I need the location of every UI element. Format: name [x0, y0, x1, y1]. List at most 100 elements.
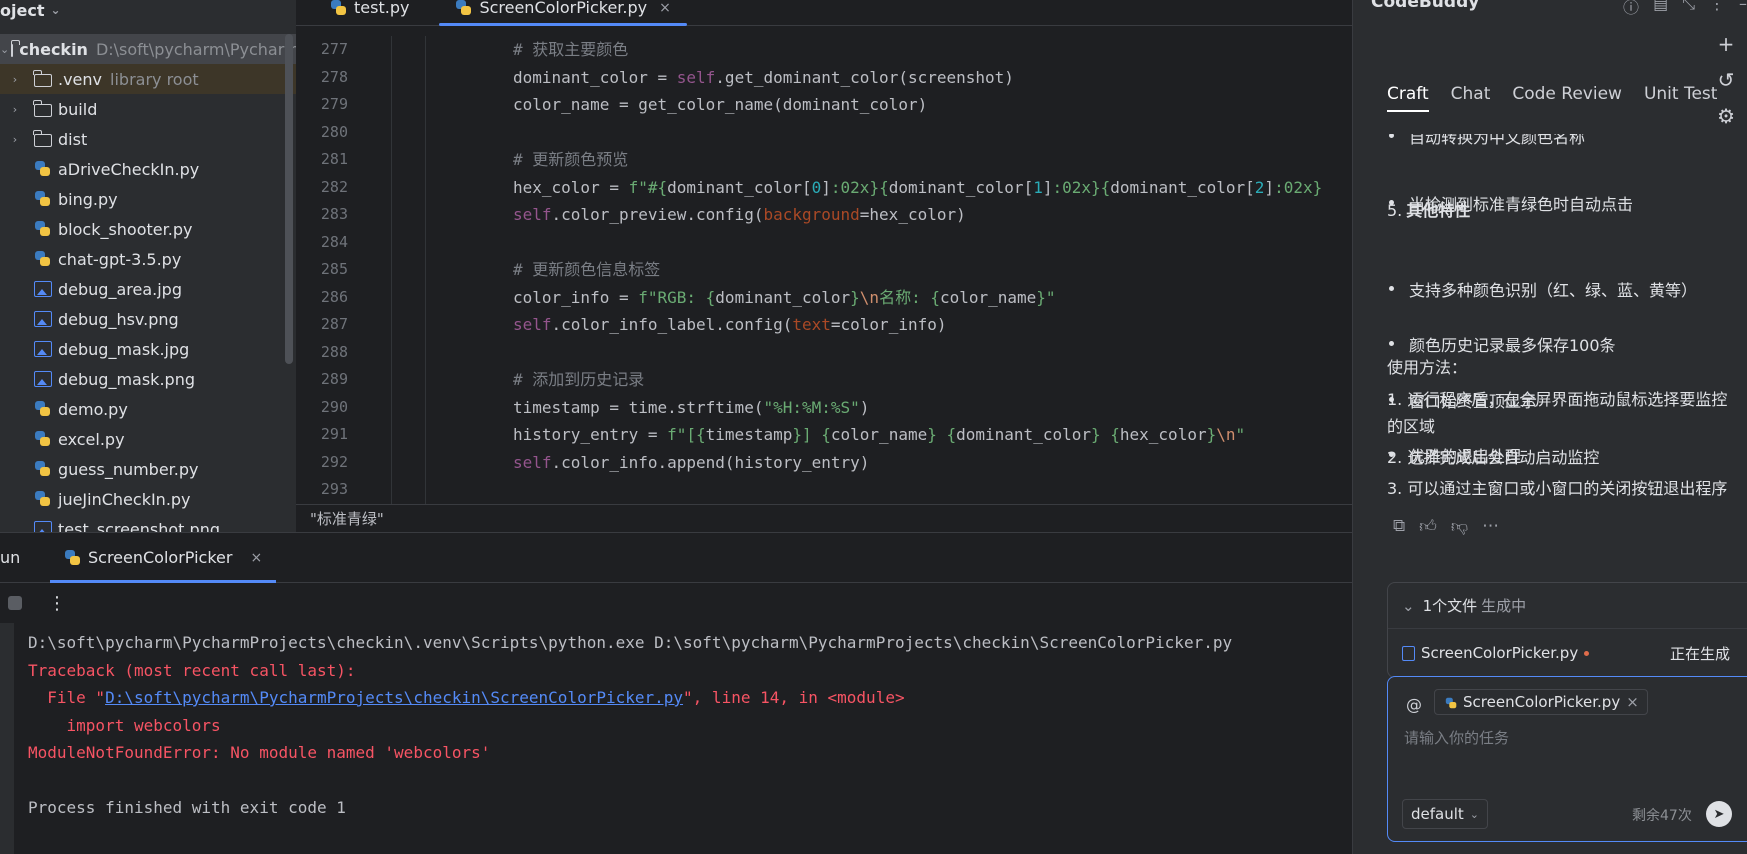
code-line: self.color_info_label.config(text=color_… [513, 315, 947, 334]
generation-file-name: ScreenColorPicker.py [1421, 644, 1579, 662]
tree-item[interactable]: debug_mask.png [0, 364, 296, 394]
run-toolbar: ⋮ [0, 583, 70, 623]
console-cmd-line: D:\soft\pycharm\PycharmProjects\checkin\… [28, 633, 1233, 652]
thumbs-down-icon[interactable]: 👎︎ [1451, 516, 1468, 537]
help-icon[interactable]: ⓘ [1623, 0, 1639, 18]
project-panel: oject ⌄ ⌄ checkin D:\soft\pycharm\Pychar… [0, 0, 296, 532]
file-prefix: File " [28, 688, 106, 707]
tree-item-label: debug_mask.jpg [58, 339, 190, 359]
chevron-down-icon[interactable]: ⌄ [50, 3, 60, 17]
settings-icon[interactable]: ⚙ [1717, 104, 1735, 128]
plus-icon[interactable]: + [1718, 32, 1735, 56]
bullet-item: 颜色历史记录最多保存100条 [1387, 332, 1737, 356]
chevron-down-icon[interactable]: ⌄ [0, 43, 9, 56]
tree-root[interactable]: ⌄ checkin D:\soft\pycharm\Pycharm [0, 34, 296, 64]
tree-item-label: debug_mask.png [58, 369, 195, 389]
tree-item[interactable]: debug_area.jpg [0, 274, 296, 304]
usage-step: 3. 可以通过主窗口或小窗口的关闭按钮退出程序 [1387, 479, 1728, 498]
chevron-right-icon[interactable]: › [8, 133, 22, 146]
more-menu-icon[interactable]: ⋮ [48, 593, 66, 614]
project-header[interactable]: oject ⌄ [0, 0, 61, 28]
tab-screencolorpicker[interactable]: ScreenColorPicker.py × [439, 0, 688, 26]
close-icon[interactable]: × [659, 0, 671, 16]
tree-item[interactable]: debug_hsv.png [0, 304, 296, 334]
python-file-icon [1445, 697, 1457, 709]
usage-step: 1. 运行程序后，在全屏界面拖动鼠标选择要监控 [1387, 390, 1728, 409]
console-error-line: ModuleNotFoundError: No module named 'we… [28, 743, 491, 762]
generation-status: 生成中 [1481, 597, 1527, 615]
tree-item[interactable]: bing.py [0, 184, 296, 214]
more-menu-icon[interactable]: ⋮ [1709, 0, 1725, 18]
code-line: # 更新颜色信息标签 [513, 260, 661, 279]
tab-label: ScreenColorPicker.py [479, 0, 648, 17]
copy-icon[interactable]: ⧉ [1393, 516, 1405, 537]
tree-item[interactable]: jueJinCheckIn.py [0, 484, 296, 514]
file-link[interactable]: D:\soft\pycharm\PycharmProjects\checkin\… [105, 688, 683, 707]
run-tab-screencolorpicker[interactable]: ScreenColorPicker × [50, 533, 277, 583]
tree-item[interactable]: › dist [0, 124, 296, 154]
model-select[interactable]: default ⌄ [1402, 799, 1488, 829]
tree-item[interactable]: › .venv library root [0, 64, 296, 94]
chevron-down-icon[interactable]: ⌄ [1402, 597, 1415, 615]
code-line: color_info = f"RGB: {dominant_color}\n名称… [513, 287, 1056, 307]
tab-test-py[interactable]: test.py [314, 0, 425, 26]
history-icon[interactable]: ↺ [1718, 68, 1735, 92]
tree-item[interactable]: excel.py [0, 424, 296, 454]
send-button[interactable]: ➤ [1706, 801, 1732, 827]
python-file-icon [34, 401, 52, 417]
section-title: 其他特性 [1406, 201, 1471, 220]
tree-item[interactable]: demo.py [0, 394, 296, 424]
tree-item-hint: library root [110, 69, 199, 89]
document-icon[interactable]: ▤ [1653, 0, 1668, 18]
more-horizontal-icon[interactable]: ⋯ [1482, 516, 1499, 537]
code-body[interactable]: # 获取主要颜色 dominant_color = self.get_domin… [296, 36, 1352, 504]
minimize-icon[interactable]: – [1739, 0, 1747, 18]
image-file-icon [34, 521, 52, 532]
context-file-chip[interactable]: ScreenColorPicker.py × [1434, 689, 1648, 715]
code-line: timestamp = time.strftime("%H:%M:%S") [513, 397, 870, 417]
folder-icon [33, 129, 52, 147]
tab-craft[interactable]: Craft [1387, 84, 1429, 112]
remaining-quota: 剩余47次 [1632, 808, 1692, 824]
tab-chat[interactable]: Chat [1451, 84, 1491, 104]
tab-label: test.py [354, 0, 410, 17]
usage-step: 2. 选择完成后会自动启动监控 [1387, 448, 1600, 467]
tree-item[interactable]: › build [0, 94, 296, 124]
tree-item-label: jueJinCheckIn.py [58, 489, 191, 509]
close-icon[interactable]: × [1626, 693, 1639, 711]
generation-header[interactable]: ⌄ 1个文件 生成中 [1388, 583, 1747, 629]
chevron-right-icon[interactable]: › [8, 73, 22, 86]
console-exit-line: Process finished with exit code 1 [28, 798, 346, 817]
tree-item-label: debug_hsv.png [58, 309, 179, 329]
tab-unit-test[interactable]: Unit Test [1644, 84, 1718, 104]
python-file-icon [330, 0, 348, 16]
tree-item[interactable]: debug_mask.jpg [0, 334, 296, 364]
tree-item[interactable]: test_screenshot.png [0, 514, 296, 532]
collapse-icon[interactable]: ⤡ [1682, 0, 1695, 18]
tab-code-review[interactable]: Code Review [1512, 84, 1622, 104]
project-scrollbar[interactable] [285, 34, 293, 364]
tree-item[interactable]: chat-gpt-3.5.py [0, 244, 296, 274]
usage-step: 的区域 [1387, 417, 1436, 436]
console-output[interactable]: D:\soft\pycharm\PycharmProjects\checkin\… [28, 629, 1352, 822]
generation-file-row[interactable]: ScreenColorPicker.py 正在生成 [1388, 629, 1747, 677]
mention-button[interactable]: @ [1406, 695, 1422, 714]
tree-item-label: .venv [58, 69, 103, 89]
section-heading: 5. 其他特性 [1387, 197, 1470, 221]
root-name: checkin [19, 39, 88, 59]
stop-icon[interactable] [8, 596, 22, 610]
bullet-item: 支持多种颜色识别（红、绿、蓝、黄等） [1387, 277, 1737, 301]
tree-item[interactable]: block_shooter.py [0, 214, 296, 244]
close-icon[interactable]: × [250, 550, 262, 566]
tree-item[interactable]: guess_number.py [0, 454, 296, 484]
code-line: dominant_color = self.get_dominant_color… [513, 67, 1014, 87]
task-input[interactable] [1404, 729, 1734, 747]
run-tab-label: ScreenColorPicker [88, 548, 233, 567]
thumbs-up-icon[interactable]: 👍︎ [1419, 516, 1437, 537]
tree-item[interactable]: aDriveCheckIn.py [0, 154, 296, 184]
code-line: self.color_info.append(history_entry) [513, 452, 870, 472]
chevron-right-icon[interactable]: › [8, 103, 22, 116]
run-panel: un ScreenColorPicker × ⋮ D:\soft\pycharm… [0, 532, 1352, 854]
folder-icon [10, 39, 20, 57]
chip-label: ScreenColorPicker.py [1463, 693, 1621, 711]
